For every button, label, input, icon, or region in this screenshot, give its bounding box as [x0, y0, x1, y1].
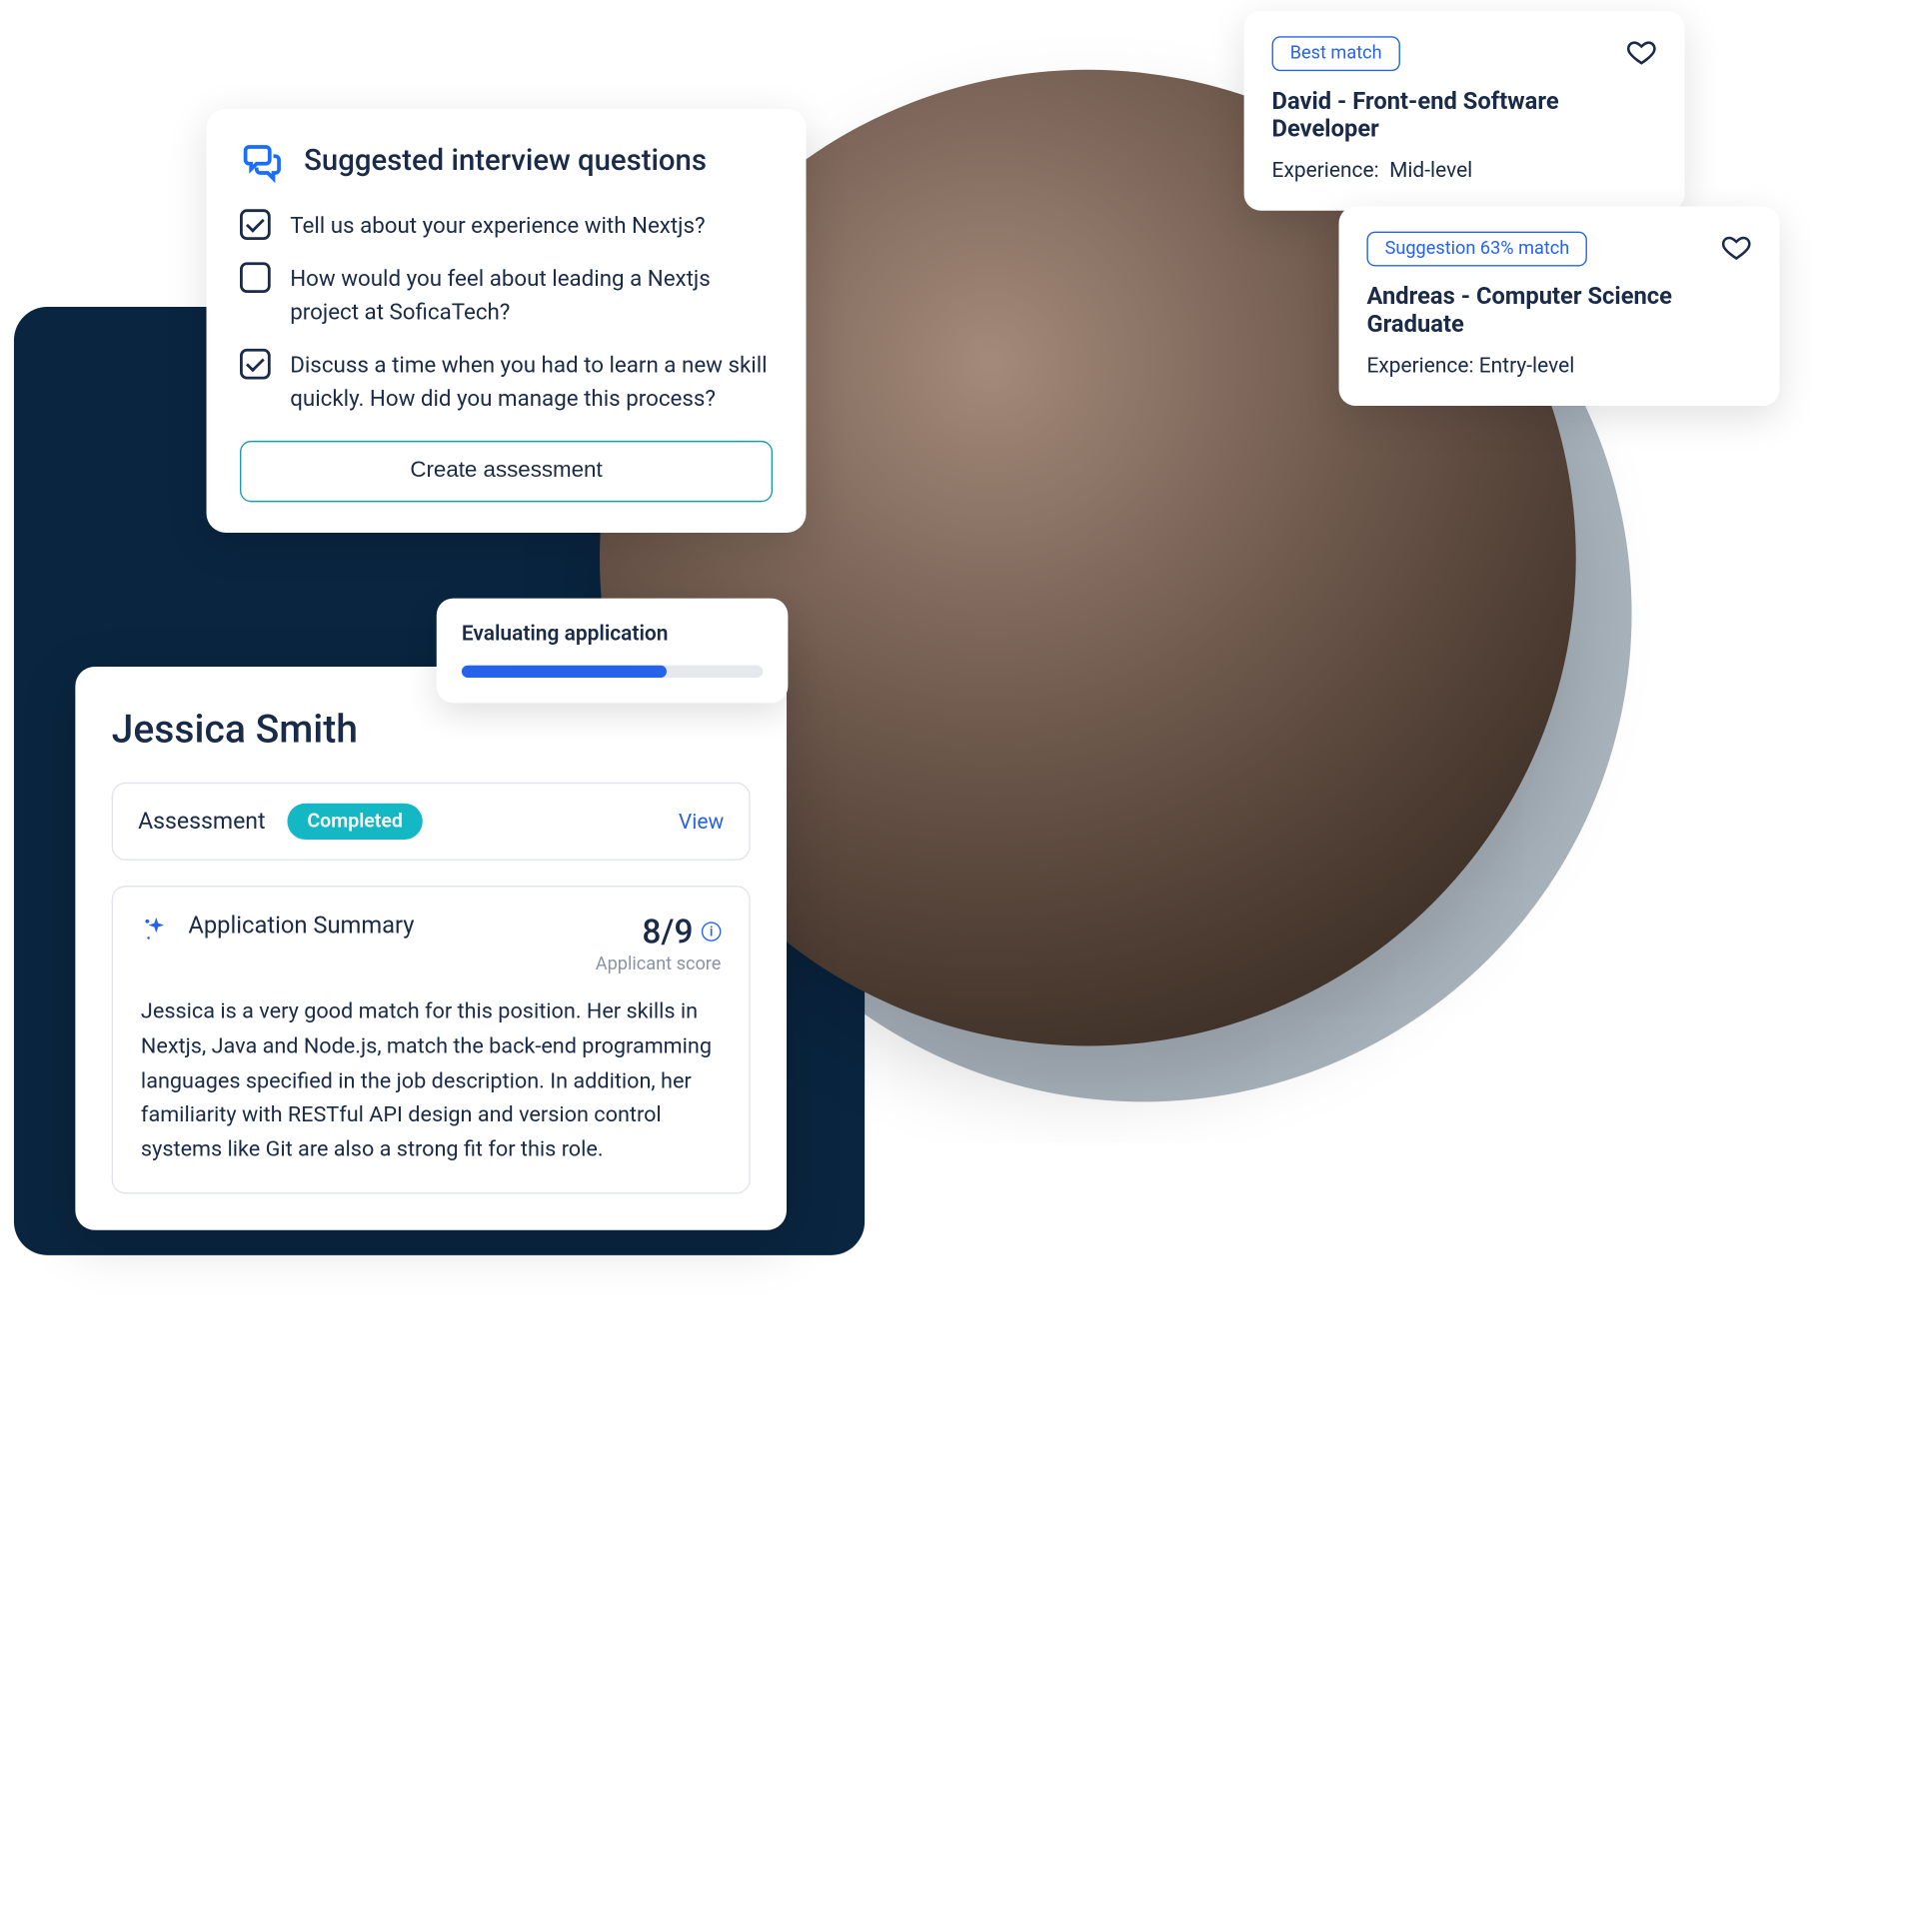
- question-item: Tell us about your experience with Nextj…: [240, 209, 773, 242]
- candidate-name: Andreas - Computer Science Graduate: [1366, 283, 1751, 339]
- candidate-match-card: Suggestion 63% match Andreas - Computer …: [1339, 207, 1780, 407]
- evaluating-title: Evaluating application: [462, 621, 763, 646]
- applicant-card: Jessica Smith Assessment Completed View …: [75, 667, 787, 1230]
- status-badge: Completed: [288, 804, 423, 840]
- match-badge: Best match: [1272, 36, 1400, 71]
- questions-card-title: Suggested interview questions: [304, 145, 707, 178]
- create-assessment-button[interactable]: Create assessment: [240, 441, 773, 502]
- chat-bubbles-icon: [240, 140, 285, 185]
- candidate-match-card: Best match David - Front-end Software De…: [1244, 11, 1685, 211]
- question-text: Discuss a time when you had to learn a n…: [290, 349, 773, 416]
- view-link[interactable]: View: [679, 809, 724, 834]
- question-item: How would you feel about leading a Nextj…: [240, 262, 773, 329]
- applicant-name: Jessica Smith: [112, 706, 751, 752]
- application-summary-box: Application Summary 8/9 i Applicant scor…: [112, 886, 751, 1193]
- question-checkbox[interactable]: [240, 262, 271, 293]
- score-label: Applicant score: [596, 954, 722, 974]
- summary-text: Jessica is a very good match for this po…: [141, 994, 721, 1167]
- info-icon[interactable]: i: [702, 922, 722, 942]
- applicant-score: 8/9: [642, 913, 693, 952]
- question-checkbox[interactable]: [240, 349, 271, 380]
- assessment-row: Assessment Completed View: [112, 783, 751, 861]
- match-badge: Suggestion 63% match: [1366, 232, 1587, 267]
- question-item: Discuss a time when you had to learn a n…: [240, 349, 773, 416]
- evaluating-card: Evaluating application: [437, 599, 789, 704]
- suggested-questions-card: Suggested interview questions Tell us ab…: [207, 109, 807, 533]
- sparkle-icon: [141, 915, 172, 946]
- question-text: Tell us about your experience with Nextj…: [290, 209, 705, 242]
- summary-title: Application Summary: [188, 913, 579, 941]
- candidate-name: David - Front-end Software Developer: [1272, 88, 1657, 144]
- question-text: How would you feel about leading a Nextj…: [290, 262, 773, 329]
- heart-icon[interactable]: [1721, 232, 1752, 263]
- assessment-label: Assessment: [138, 809, 265, 836]
- progress-fill: [462, 666, 667, 679]
- progress-bar: [462, 666, 763, 679]
- question-checkbox[interactable]: [240, 209, 271, 240]
- heart-icon[interactable]: [1626, 36, 1657, 67]
- candidate-experience: Experience: Mid-level: [1272, 158, 1657, 183]
- candidate-experience: Experience: Entry-level: [1366, 353, 1751, 378]
